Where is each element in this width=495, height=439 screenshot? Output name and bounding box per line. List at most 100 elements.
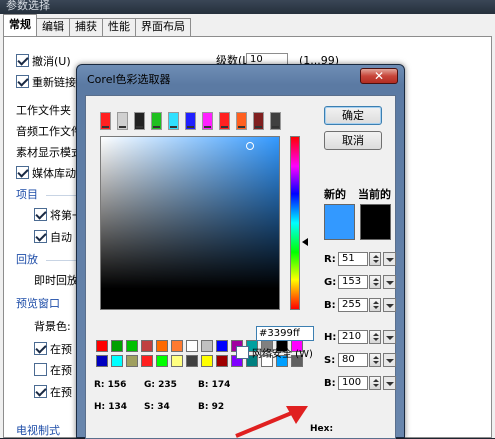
color-model-icon[interactable] (219, 112, 230, 130)
web-safe-checkbox[interactable] (236, 346, 249, 359)
palette-swatch[interactable] (216, 355, 228, 367)
color-model-icon[interactable] (253, 112, 264, 130)
blue-dropdown-arrow[interactable] (383, 298, 396, 312)
brightness-spinner[interactable] (369, 376, 381, 390)
palette-swatch[interactable] (156, 340, 168, 352)
green-spinner[interactable] (369, 275, 381, 289)
ok-button[interactable]: 确定 (324, 106, 382, 125)
palette-swatch[interactable] (111, 355, 123, 367)
tab-capture[interactable]: 捕获 (69, 18, 103, 36)
preview-option-2-checkbox[interactable] (34, 363, 47, 376)
saturation-label: S: (324, 355, 336, 366)
hover-red: R: 156 (94, 380, 127, 390)
blue-spinner[interactable] (369, 298, 381, 312)
brightness-label: B: (324, 378, 336, 389)
color-spectrum[interactable] (101, 137, 279, 309)
hue-dropdown-arrow[interactable] (383, 330, 396, 344)
media-library-checkbox[interactable] (16, 166, 29, 179)
preview-option-3-row[interactable]: 在预 (34, 385, 72, 401)
project-divider (46, 195, 76, 196)
color-model-icon[interactable] (185, 112, 196, 130)
hex-label: Hex: (310, 424, 334, 434)
saturation-input[interactable]: 80 (338, 353, 368, 367)
tab-edit[interactable]: 编辑 (36, 18, 70, 36)
palette-swatch[interactable] (96, 340, 108, 352)
color-model-icon[interactable] (100, 112, 111, 130)
green-label: G: (324, 277, 337, 288)
red-dropdown-arrow[interactable] (383, 252, 396, 266)
palette-swatch[interactable] (186, 355, 198, 367)
color-model-icon[interactable] (202, 112, 213, 130)
hue-label: H: (324, 332, 337, 343)
palette-swatch[interactable] (126, 340, 138, 352)
palette-swatch[interactable] (141, 340, 153, 352)
relink-checkbox-row[interactable]: 重新链接 (16, 75, 76, 91)
close-button[interactable]: ✕ (360, 68, 398, 84)
preview-option-1-checkbox[interactable] (34, 342, 47, 355)
saturation-dropdown-arrow[interactable] (383, 353, 396, 367)
hue-input[interactable]: 210 (338, 330, 368, 344)
project-option-2-row[interactable]: 自动 (34, 230, 72, 246)
current-color-swatch (360, 204, 391, 240)
preview-option-2-row[interactable]: 在预 (34, 363, 72, 379)
hover-blue: B: 174 (198, 380, 231, 390)
web-safe-checkbox-row[interactable]: 网络安全 (W) (236, 345, 313, 360)
red-spinner[interactable] (369, 252, 381, 266)
hex-input[interactable]: #3399ff (256, 326, 314, 341)
palette-swatch[interactable] (141, 355, 153, 367)
palette-swatch[interactable] (201, 355, 213, 367)
tab-general[interactable]: 常规 (3, 14, 37, 36)
material-display-label: 素材显示模式 (16, 146, 82, 159)
media-library-checkbox-row[interactable]: 媒体库动 (16, 166, 76, 182)
saturation-spinner[interactable] (369, 353, 381, 367)
project-option-2-checkbox[interactable] (34, 230, 47, 243)
preview-option-2-label: 在预 (50, 364, 72, 377)
color-model-icon[interactable] (117, 112, 128, 130)
red-label: R: (324, 254, 336, 265)
hover-saturation: S: 34 (144, 402, 170, 412)
palette-swatch[interactable] (126, 355, 138, 367)
cancel-button[interactable]: 取消 (324, 131, 382, 150)
palette-swatch[interactable] (111, 340, 123, 352)
palette-swatch[interactable] (171, 340, 183, 352)
undo-checkbox-row[interactable]: 撤消(U) (16, 54, 71, 70)
background-color-label: 背景色: (34, 320, 71, 333)
preview-option-1-row[interactable]: 在预 (34, 342, 72, 358)
green-dropdown-arrow[interactable] (383, 275, 396, 289)
tv-format-section-title: 电视制式 (16, 424, 60, 437)
color-model-icon[interactable] (151, 112, 162, 130)
tab-performance[interactable]: 性能 (102, 18, 136, 36)
palette-swatch[interactable] (201, 340, 213, 352)
brightness-input[interactable]: 100 (338, 376, 368, 390)
brightness-dropdown-arrow[interactable] (383, 376, 396, 390)
hue-slider[interactable] (290, 136, 300, 310)
project-option-1-checkbox[interactable] (34, 208, 47, 221)
annotation-arrow-shaft (235, 410, 295, 438)
hover-brightness: B: 92 (198, 402, 225, 412)
color-model-icon[interactable] (236, 112, 247, 130)
spectrum-picker-marker[interactable] (246, 142, 254, 150)
color-model-icon[interactable] (270, 112, 281, 130)
audio-folder-label: 音频工作文件 (16, 125, 82, 138)
new-color-label: 新的 (324, 188, 346, 201)
hover-hue: H: 134 (94, 402, 128, 412)
preview-section-title: 预览窗口 (16, 297, 60, 310)
color-model-icon[interactable] (134, 112, 145, 130)
relink-checkbox[interactable] (16, 75, 29, 88)
color-spectrum-frame[interactable] (100, 136, 280, 310)
palette-swatch[interactable] (171, 355, 183, 367)
palette-swatch[interactable] (156, 355, 168, 367)
hue-spinner[interactable] (369, 330, 381, 344)
palette-swatch[interactable] (186, 340, 198, 352)
tab-layout[interactable]: 界面布局 (135, 18, 191, 36)
hue-slider-pointer[interactable] (302, 238, 308, 246)
green-input[interactable]: 153 (338, 275, 368, 289)
palette-swatch[interactable] (216, 340, 228, 352)
blue-input[interactable]: 255 (338, 298, 368, 312)
color-model-icon[interactable] (168, 112, 179, 130)
parameters-dialog-title: 参数选择 (0, 0, 495, 14)
preview-option-3-checkbox[interactable] (34, 385, 47, 398)
undo-checkbox[interactable] (16, 54, 29, 67)
red-input[interactable]: 51 (338, 252, 368, 266)
palette-swatch[interactable] (96, 355, 108, 367)
